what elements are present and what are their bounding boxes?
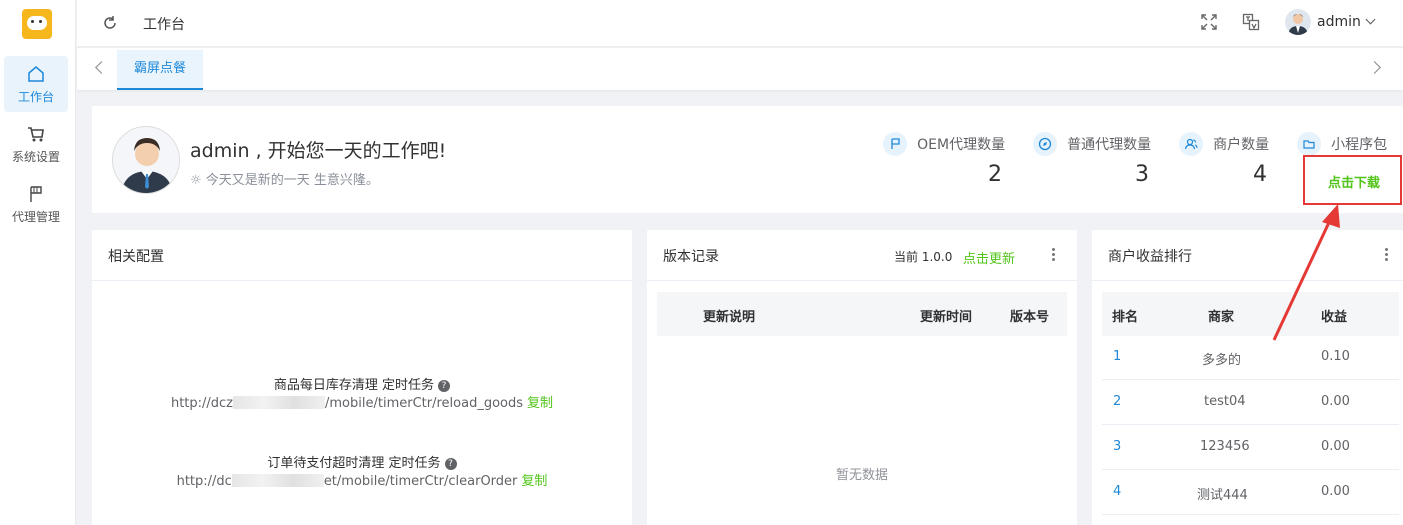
column-header: 版本号 (1010, 310, 1050, 325)
welcome-card: admin , 开始您一天的工作吧! ☼ 今天又是新的一天 生意兴隆。 OEM代… (92, 106, 1403, 213)
income-cell: 0.00 (1321, 484, 1350, 499)
version-panel: 版本记录 当前 1.0.0 点击更新 更新说明 更新时间 版本号 暂无数据 (647, 230, 1077, 525)
chevron-down-icon (1365, 14, 1376, 25)
divider (92, 280, 632, 281)
more-icon[interactable] (1052, 248, 1055, 262)
sun-icon: ☼ (190, 173, 202, 188)
column-header: 排名 (1112, 310, 1139, 325)
greeting-title: admin , 开始您一天的工作吧! (190, 140, 447, 162)
redacted-blur (231, 474, 324, 487)
rank-cell[interactable]: 3 (1113, 439, 1121, 454)
column-header: 更新时间 (920, 310, 973, 325)
chevron-left-icon[interactable] (95, 61, 108, 74)
income-cell: 0.10 (1321, 349, 1350, 364)
folder-icon (1297, 132, 1321, 156)
tab-bar: 霸屏点餐 (77, 48, 1403, 90)
stat-regular-agents-value: 3 (1135, 162, 1149, 187)
rank-cell[interactable]: 4 (1113, 484, 1121, 499)
flag-icon (883, 132, 907, 156)
more-icon[interactable] (1385, 248, 1388, 262)
username: admin (1317, 14, 1361, 30)
help-icon[interactable]: ? (444, 458, 457, 470)
task-name: 订单待支付超时清理 定时任务? (92, 452, 632, 471)
divider (647, 280, 1077, 281)
table-row: 4 测试444 0.00 (1102, 470, 1399, 515)
user-avatar-large (112, 126, 180, 194)
sidebar-item-label: 代理管理 (11, 210, 60, 224)
ranking-panel: 商户收益排行 排名 商家 收益 1 多多的 0.10 2 test04 0.00… (1092, 230, 1403, 525)
panel-title: 相关配置 (108, 249, 164, 265)
breadcrumb: 工作台 (143, 17, 185, 33)
stat-oem-agents-value: 2 (988, 162, 1002, 187)
rank-cell[interactable]: 1 (1113, 349, 1121, 364)
sidebar-item-agent-management[interactable]: 代理管理 (4, 176, 68, 232)
user-menu[interactable]: admin (1317, 14, 1376, 30)
greeting-subtitle: ☼ 今天又是新的一天 生意兴隆。 (190, 173, 379, 188)
cart-icon (4, 124, 68, 146)
column-header: 更新说明 (703, 310, 756, 325)
sidebar: 工作台 系统设置 代理管理 (0, 0, 76, 525)
panel-title: 商户收益排行 (1108, 249, 1192, 265)
merchant-cell: 多多的 (1202, 353, 1242, 368)
app-logo[interactable] (22, 9, 52, 39)
divider (1092, 280, 1403, 281)
fullscreen-icon[interactable] (1200, 13, 1220, 33)
flag-icon (4, 184, 68, 206)
help-icon[interactable]: ? (438, 380, 451, 392)
chevron-right-icon[interactable] (1368, 61, 1381, 74)
config-panel: 相关配置 商品每日库存清理 定时任务? http://dcz/mobile/ti… (92, 230, 632, 525)
merchant-cell: 测试444 (1197, 488, 1248, 503)
table-header: 排名 商家 收益 (1102, 292, 1399, 336)
sidebar-item-workbench[interactable]: 工作台 (4, 56, 68, 112)
annotation-arrow (1272, 204, 1340, 341)
stat-mini-program-package: 小程序包 (1297, 132, 1387, 156)
stat-merchants: 商户数量 (1179, 132, 1269, 156)
avatar[interactable] (1285, 9, 1311, 35)
stat-merchants-value: 4 (1253, 162, 1267, 187)
table-row: 3 123456 0.00 (1102, 425, 1399, 470)
table-header: 更新说明 更新时间 版本号 (657, 292, 1067, 336)
current-version: 当前 1.0.0 (894, 250, 953, 264)
column-header: 商家 (1208, 310, 1235, 325)
task-url: http://dcz/mobile/timerCtr/reload_goods 复… (170, 396, 554, 411)
download-link[interactable]: 点击下载 (1328, 172, 1380, 191)
empty-state: 暂无数据 (835, 468, 888, 483)
task-url: http://dc et/mobile/timerCtr/clearOrder 复制 (176, 474, 548, 489)
table-row: 1 多多的 0.10 (1102, 335, 1399, 380)
panel-title: 版本记录 (663, 249, 719, 265)
income-cell: 0.00 (1321, 439, 1350, 454)
table-row: 2 test04 0.00 (1102, 380, 1399, 425)
redacted-blur (233, 396, 326, 409)
stat-oem-agents: OEM代理数量 (883, 132, 1005, 156)
merchant-cell: 123456 (1200, 439, 1250, 454)
translate-icon[interactable] (1242, 13, 1262, 33)
rank-cell[interactable]: 2 (1113, 394, 1121, 409)
income-cell: 0.00 (1321, 394, 1350, 409)
copy-button[interactable]: 复制 (521, 474, 547, 489)
sidebar-item-label: 系统设置 (11, 150, 60, 164)
top-bar: 工作台 admin (77, 0, 1403, 47)
update-link[interactable]: 点击更新 (963, 248, 1015, 267)
sidebar-item-system-settings[interactable]: 系统设置 (4, 116, 68, 172)
refresh-icon[interactable] (101, 14, 119, 32)
merchant-cell: test04 (1204, 394, 1246, 409)
compass-icon (1033, 132, 1057, 156)
users-icon (1179, 132, 1203, 156)
tab-bapin-diancan[interactable]: 霸屏点餐 (117, 50, 203, 90)
stat-regular-agents: 普通代理数量 (1033, 132, 1151, 156)
home-icon (4, 64, 68, 86)
copy-button[interactable]: 复制 (527, 396, 553, 411)
task-name: 商品每日库存清理 定时任务? (92, 374, 632, 393)
sidebar-item-label: 工作台 (17, 90, 54, 104)
